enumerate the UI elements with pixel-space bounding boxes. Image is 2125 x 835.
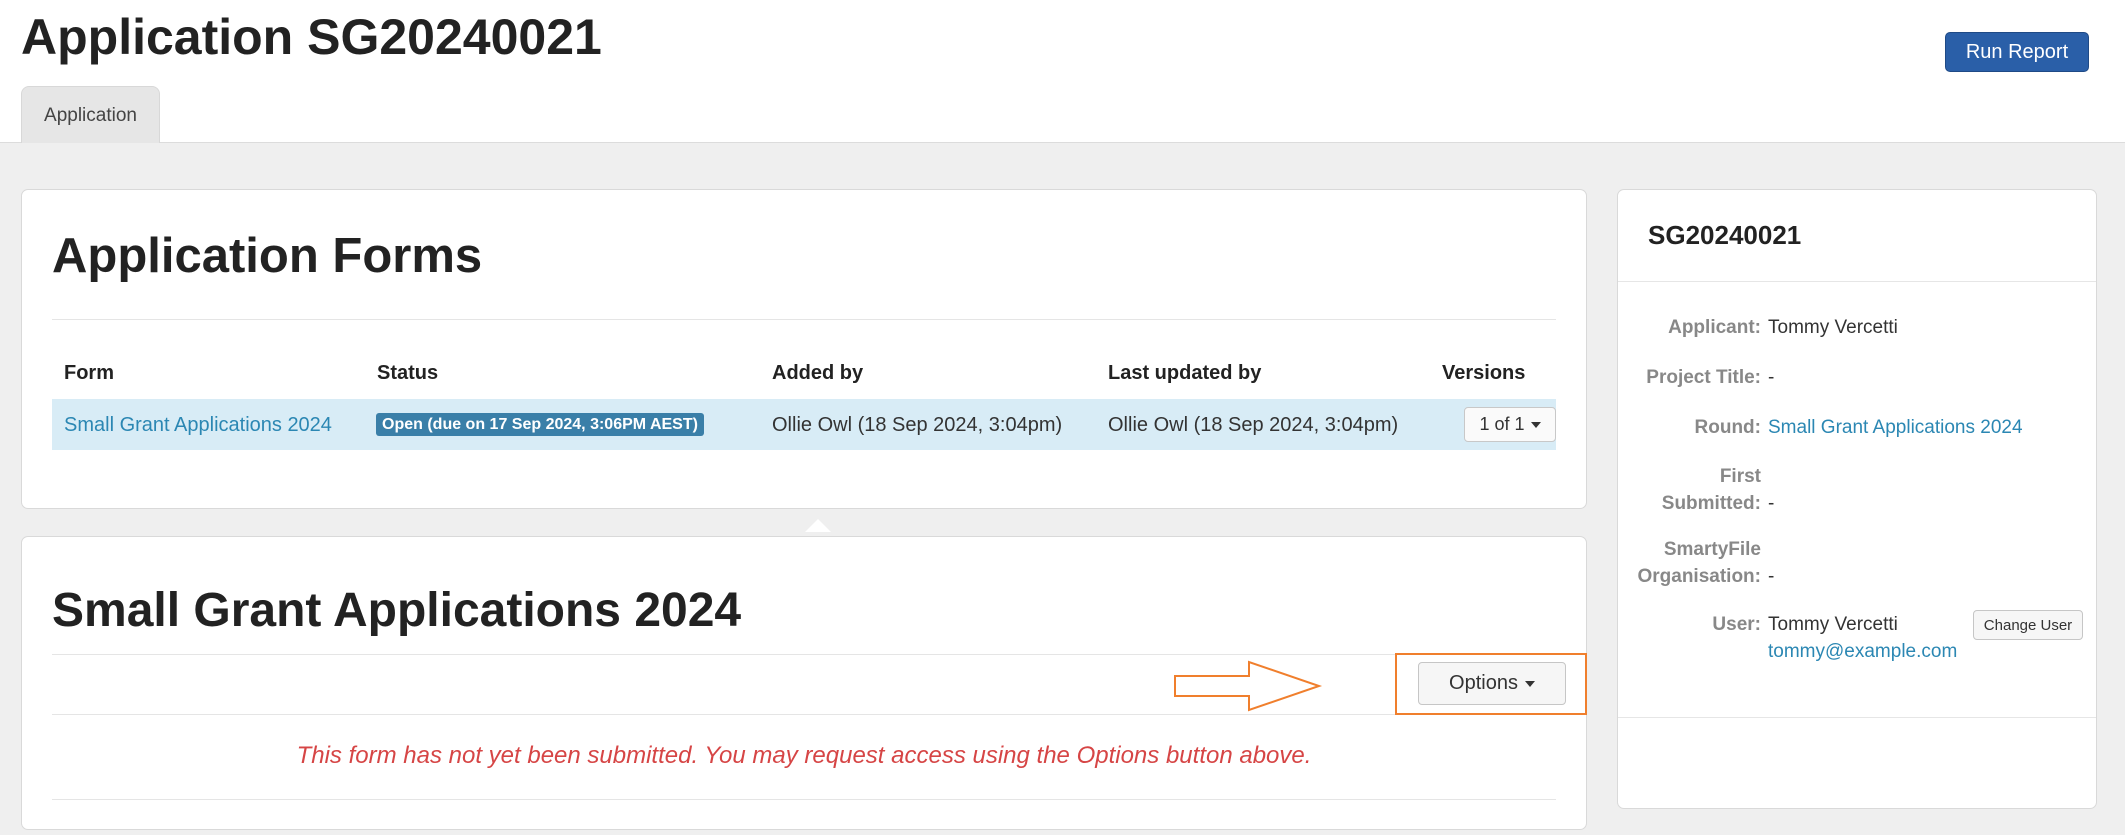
status-badge: Open (due on 17 Sep 2024, 3:06PM AEST) [376, 413, 704, 436]
user-label: User: [1712, 614, 1761, 635]
top-bar: Application SG20240021 Run Report Applic… [0, 0, 2125, 144]
round-label: Round: [1694, 417, 1761, 438]
added-by-value: Ollie Owl (18 Sep 2024, 3:04pm) [772, 414, 1063, 436]
organisation-label-line1: SmartyFile [1663, 539, 1761, 560]
divider [1618, 281, 2096, 282]
first-submitted-label-line1: First [1719, 466, 1761, 487]
divider [52, 799, 1556, 800]
column-header-added-by: Added by [772, 362, 864, 384]
column-header-form: Form [64, 362, 114, 384]
divider [52, 319, 1556, 320]
form-detail-title: Small Grant Applications 2024 [52, 584, 742, 637]
options-label: Options [1449, 672, 1518, 694]
divider [52, 714, 1556, 715]
versions-label: 1 of 1 [1479, 414, 1525, 434]
application-forms-title: Application Forms [52, 229, 483, 283]
caret-down-icon [1530, 421, 1541, 428]
not-submitted-notice: This form has not yet been submitted. Yo… [296, 742, 1312, 769]
column-header-versions: Versions [1442, 362, 1526, 384]
project-title-value: - [1768, 367, 1775, 388]
applicant-label: Applicant: [1668, 317, 1761, 338]
application-forms-panel: Application Forms Form Status Added by L… [21, 189, 1587, 509]
arrow-right-icon [1174, 660, 1323, 712]
application-summary-panel: SG20240021 Applicant: Tommy Vercetti Pro… [1617, 189, 2097, 809]
applicant-value: Tommy Vercetti [1768, 317, 1898, 338]
divider [52, 654, 1556, 655]
table-row: Small Grant Applications 2024 Open (due … [52, 399, 1556, 450]
column-header-status: Status [377, 362, 439, 384]
last-updated-by-value: Ollie Owl (18 Sep 2024, 3:04pm) [1108, 414, 1399, 436]
organisation-value: - [1768, 566, 1775, 587]
change-user-button[interactable]: Change User [1973, 610, 2083, 640]
form-detail-panel: Small Grant Applications 2024 Options Th… [21, 536, 1587, 830]
page-title: Application SG20240021 [21, 9, 602, 65]
application-id: SG20240021 [1648, 220, 1802, 250]
panel-pointer-icon [805, 519, 831, 532]
organisation-label-line2: Organisation: [1637, 566, 1761, 587]
first-submitted-label-line2: Submitted: [1661, 493, 1761, 514]
caret-down-icon [1524, 680, 1535, 687]
divider [1618, 717, 2096, 718]
user-email-link[interactable]: tommy@example.com [1768, 638, 1957, 665]
user-value: Tommy Vercetti [1768, 614, 1898, 635]
versions-dropdown[interactable]: 1 of 1 [1464, 407, 1556, 442]
form-link[interactable]: Small Grant Applications 2024 [64, 414, 332, 437]
options-button[interactable]: Options [1418, 662, 1566, 705]
round-link[interactable]: Small Grant Applications 2024 [1768, 414, 2023, 441]
tab-application[interactable]: Application [21, 86, 160, 144]
column-header-last-updated-by: Last updated by [1108, 362, 1262, 384]
project-title-label: Project Title: [1646, 367, 1761, 388]
first-submitted-value: - [1768, 493, 1775, 514]
run-report-button[interactable]: Run Report [1945, 32, 2089, 72]
